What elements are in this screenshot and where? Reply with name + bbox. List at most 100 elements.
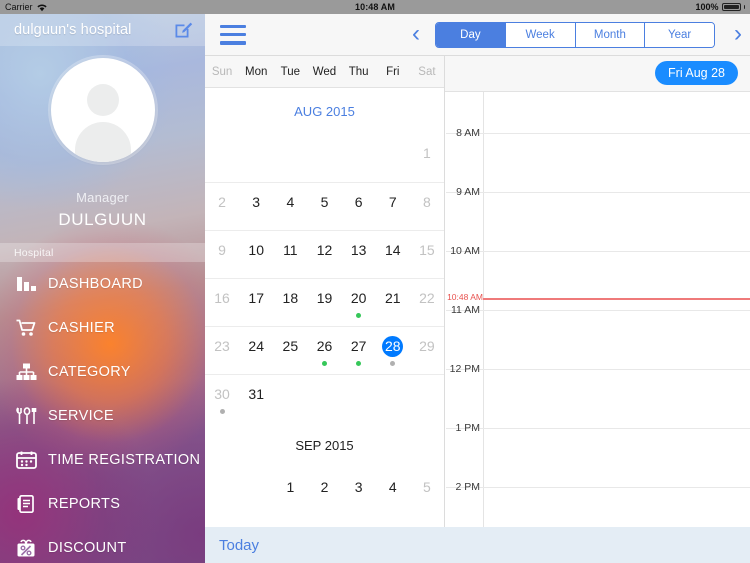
calendar-day-3[interactable]: 3 [342, 468, 376, 516]
calendar-day-29[interactable]: 29 [410, 327, 444, 374]
calendar-day-1[interactable]: 1 [410, 134, 444, 182]
calendar-event-dot [356, 502, 361, 507]
calendar-next-weeks: 1 2 3 4 5 [205, 468, 444, 516]
calendar-event-dot [219, 409, 225, 414]
sidebar-item-cashier[interactable]: CASHIER [0, 306, 205, 350]
calendar-day-number: 12 [316, 242, 333, 258]
calendar-event-dot [254, 409, 259, 414]
app-root: Carrier 10:48 AM 100% dulguun's hospital [0, 0, 750, 563]
calendar-day-31[interactable]: 31 [239, 375, 273, 422]
sidebar-item-dashboard[interactable]: DASHBOARD [0, 262, 205, 306]
today-button[interactable]: Today [219, 537, 259, 554]
calendar-event-dot [356, 388, 361, 393]
selected-date-badge[interactable]: Fri Aug 28 [655, 61, 738, 85]
calendar-day-6[interactable]: 6 [342, 183, 376, 230]
tab-week[interactable]: Week [505, 23, 576, 47]
gift-percent-icon [16, 536, 48, 560]
calendar-day-27[interactable]: 27 [342, 327, 376, 374]
calendar-day-empty [342, 134, 376, 182]
calendar-day-4[interactable]: 4 [273, 183, 307, 230]
calendar-day-17[interactable]: 17 [239, 279, 273, 326]
calendar-event-dot [322, 502, 327, 507]
day-timeline[interactable]: 8 AM 9 AM 10 AM 11 AM 12 PM 1 PM 2 PM 10:48 AM [446, 92, 750, 541]
calendar-event-dot [220, 361, 225, 366]
calendar-day-28[interactable]: 28 [376, 327, 410, 374]
calendar-event-dot [321, 361, 327, 366]
view-mode-segmented-control[interactable]: Day Week Month Year [435, 22, 715, 48]
calendar-day-7[interactable]: 7 [376, 183, 410, 230]
calendar-event-dot [424, 361, 429, 366]
sidebar-item-category[interactable]: CATEGORY [0, 350, 205, 394]
calendar-event-dot [322, 388, 327, 393]
calendar-day-25[interactable]: 25 [273, 327, 307, 374]
calendar-event-dot [220, 217, 225, 222]
calendar-event-dot [322, 217, 327, 222]
sitemap-icon [16, 360, 48, 384]
calendar-day-24[interactable]: 24 [239, 327, 273, 374]
calendar-day-number: 15 [419, 242, 435, 258]
calendar-day-5[interactable]: 5 [410, 468, 444, 516]
calendar-day-2[interactable]: 2 [205, 183, 239, 230]
calendar-day-number: 1 [423, 145, 431, 161]
calendar-event-dot [254, 481, 259, 486]
calendar-day-number: 26 [316, 338, 333, 354]
calendar-day-number: 31 [248, 386, 264, 402]
sidebar-item-discount[interactable]: DISCOUNT [0, 526, 205, 563]
calendar-day-number: 4 [286, 194, 295, 210]
calendar-day-10[interactable]: 10 [239, 231, 273, 278]
calendar-week-row: 1 2 3 4 5 [205, 468, 444, 516]
timeline-hour-line [446, 487, 750, 488]
chevron-right-icon[interactable]: › [734, 22, 742, 46]
avatar[interactable] [50, 58, 155, 162]
hamburger-icon[interactable] [220, 24, 246, 45]
calendar-event-dot [220, 313, 225, 318]
calendar-day-4[interactable]: 4 [376, 468, 410, 516]
calendar-day-3[interactable]: 3 [239, 183, 273, 230]
calendar-day-number: 5 [320, 194, 329, 210]
calendar-day-number: 3 [354, 479, 363, 495]
chevron-left-icon[interactable]: ‹ [412, 22, 420, 46]
calendar-day-20[interactable]: 20 [342, 279, 376, 326]
current-time-indicator [483, 298, 750, 300]
sidebar-item-service[interactable]: SERVICE [0, 394, 205, 438]
calendar-day-number: 7 [388, 194, 397, 210]
calendar-day-18[interactable]: 18 [273, 279, 307, 326]
calendar-day-number: 27 [350, 338, 367, 354]
calendar-day-13[interactable]: 13 [342, 231, 376, 278]
calendar-day-5[interactable]: 5 [307, 183, 341, 230]
calendar-day-23[interactable]: 23 [205, 327, 239, 374]
calendar-day-9[interactable]: 9 [205, 231, 239, 278]
calendar-day-number: 23 [214, 338, 230, 354]
today-bar: Today [205, 527, 750, 563]
tab-month[interactable]: Month [575, 23, 646, 47]
calendar-event-dot [356, 147, 361, 152]
calendar-day-22[interactable]: 22 [410, 279, 444, 326]
sidebar-item-reports[interactable]: REPORTS [0, 482, 205, 526]
calendar-event-dot [424, 265, 429, 270]
timeline-hour-label: 10 AM [450, 245, 480, 257]
calendar-day-1[interactable]: 1 [273, 468, 307, 516]
calendar-day-26[interactable]: 26 [307, 327, 341, 374]
calendar-day-21[interactable]: 21 [376, 279, 410, 326]
calendar-event-dot [288, 313, 293, 318]
calendar-day-16[interactable]: 16 [205, 279, 239, 326]
calendar-day-8[interactable]: 8 [410, 183, 444, 230]
calendar-day-2[interactable]: 2 [307, 468, 341, 516]
calendar-day-number: 29 [419, 338, 435, 354]
sidebar-item-time-registration[interactable]: TIME REGISTRATION [0, 438, 205, 482]
calendar-day-15[interactable]: 15 [410, 231, 444, 278]
calendar-day-14[interactable]: 14 [376, 231, 410, 278]
calendar-day-30[interactable]: 30 [205, 375, 239, 422]
tab-year[interactable]: Year [645, 23, 714, 47]
tab-day[interactable]: Day [436, 23, 506, 47]
calendar-day-number: 4 [388, 479, 397, 495]
calendar-day-11[interactable]: 11 [273, 231, 307, 278]
calendar-day-number: 3 [252, 194, 261, 210]
calendar-day-number: 16 [214, 290, 230, 306]
calendar-day-19[interactable]: 19 [307, 279, 341, 326]
calendar-event-dot [424, 168, 429, 173]
calendar-event-dot [356, 265, 361, 270]
calendar-day-12[interactable]: 12 [307, 231, 341, 278]
calendar-week-row: 30 31 [205, 374, 444, 422]
compose-icon[interactable] [173, 20, 193, 40]
